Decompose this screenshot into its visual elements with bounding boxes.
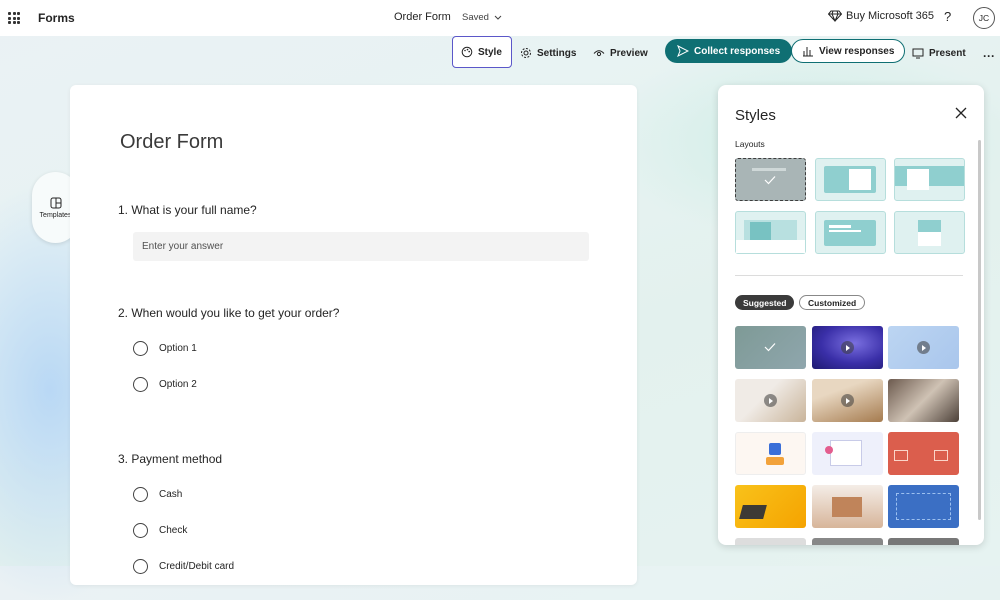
buy-label: Buy Microsoft 365	[846, 10, 935, 22]
answer-input[interactable]: Enter your answer	[133, 232, 589, 261]
play-icon	[917, 341, 930, 354]
settings-button[interactable]: Settings	[512, 39, 584, 67]
theme-tile[interactable]	[888, 326, 959, 369]
theme-tile[interactable]	[812, 432, 883, 475]
preview-label: Preview	[610, 47, 648, 59]
more-options-button[interactable]: ···	[975, 42, 1000, 70]
palette-icon	[461, 46, 473, 58]
option-radio[interactable]: Option 1	[133, 341, 197, 356]
settings-label: Settings	[537, 47, 577, 59]
collect-responses-button[interactable]: Collect responses	[665, 39, 793, 63]
radio-button[interactable]	[133, 523, 148, 538]
theme-tile[interactable]	[888, 485, 959, 528]
play-icon	[764, 394, 777, 407]
templates-label: Templates	[39, 211, 72, 219]
scrollbar[interactable]	[978, 140, 981, 520]
radio-button[interactable]	[133, 487, 148, 502]
diamond-icon	[828, 10, 842, 22]
theme-tile-selected[interactable]	[735, 326, 806, 369]
radio-button[interactable]	[133, 341, 148, 356]
question-3[interactable]: 3. Payment method	[118, 452, 222, 466]
style-button[interactable]: Style	[452, 36, 512, 68]
check-icon	[764, 176, 776, 185]
option-label: Check	[159, 525, 188, 536]
option-radio[interactable]: Check	[133, 523, 187, 538]
avatar[interactable]: JC	[973, 7, 995, 29]
theme-tile[interactable]	[735, 432, 806, 475]
tab-suggested[interactable]: Suggested	[735, 295, 795, 310]
option-label: Option 1	[159, 343, 197, 354]
monitor-icon	[912, 48, 924, 59]
send-icon	[677, 45, 689, 57]
theme-tile[interactable]	[812, 538, 883, 545]
theme-tile[interactable]	[888, 432, 959, 475]
theme-tile[interactable]	[888, 538, 959, 545]
check-icon	[764, 343, 776, 352]
tab-customized[interactable]: Customized	[799, 295, 866, 310]
present-label: Present	[929, 47, 966, 59]
chevron-down-icon[interactable]	[493, 12, 503, 22]
radio-button[interactable]	[133, 559, 148, 574]
theme-tile[interactable]	[812, 379, 883, 422]
option-radio[interactable]: Cash	[133, 487, 182, 502]
view-label: View responses	[819, 45, 895, 57]
layout-option[interactable]	[894, 158, 965, 201]
theme-tile[interactable]	[735, 485, 806, 528]
eye-icon	[593, 50, 605, 57]
templates-icon	[50, 197, 61, 208]
panel-title: Styles	[735, 107, 776, 124]
form-title[interactable]: Order Form	[120, 131, 223, 154]
layout-option[interactable]	[735, 211, 806, 254]
question-2[interactable]: 2. When would you like to get your order…	[118, 306, 339, 320]
form-canvas: Order Form 1. What is your full name? En…	[70, 85, 637, 585]
option-radio[interactable]: Credit/Debit card	[133, 559, 234, 574]
layout-option[interactable]	[894, 211, 965, 254]
divider	[735, 275, 963, 276]
theme-tile[interactable]	[888, 379, 959, 422]
preview-button[interactable]: Preview	[585, 39, 656, 67]
layout-option[interactable]	[815, 158, 886, 201]
theme-tile[interactable]	[812, 485, 883, 528]
play-icon	[841, 394, 854, 407]
app-launcher-icon[interactable]	[8, 12, 20, 24]
theme-tile[interactable]	[812, 326, 883, 369]
gear-icon	[521, 48, 531, 58]
theme-tile[interactable]	[735, 379, 806, 422]
buy-microsoft-365-link[interactable]: Buy Microsoft 365	[828, 10, 934, 22]
styles-panel: Styles Layouts Suggested Customized	[718, 85, 984, 545]
collect-label: Collect responses	[694, 45, 781, 57]
option-label: Option 2	[159, 379, 197, 390]
option-radio[interactable]: Option 2	[133, 377, 197, 392]
theme-tile[interactable]	[735, 538, 806, 545]
help-button[interactable]: ?	[944, 9, 951, 24]
layout-option-selected[interactable]	[735, 158, 806, 201]
app-name[interactable]: Forms	[38, 11, 75, 25]
option-label: Credit/Debit card	[159, 561, 235, 572]
play-icon	[841, 341, 854, 354]
style-label: Style	[478, 46, 502, 58]
layouts-label: Layouts	[735, 139, 765, 149]
view-responses-button[interactable]: View responses	[791, 39, 906, 63]
top-bar: Forms Order Form Saved Buy Microsoft 365…	[0, 0, 1000, 36]
option-label: Cash	[159, 489, 183, 500]
document-title[interactable]: Order Form	[394, 11, 451, 23]
bar-chart-icon	[803, 47, 813, 57]
question-1[interactable]: 1. What is your full name?	[118, 203, 257, 217]
toolbar: Style Settings Preview Collect responses…	[0, 36, 1000, 68]
radio-button[interactable]	[133, 377, 148, 392]
close-icon[interactable]	[954, 106, 968, 120]
layout-option[interactable]	[815, 211, 886, 254]
present-button[interactable]: Present	[904, 39, 974, 67]
save-status: Saved	[462, 12, 489, 23]
